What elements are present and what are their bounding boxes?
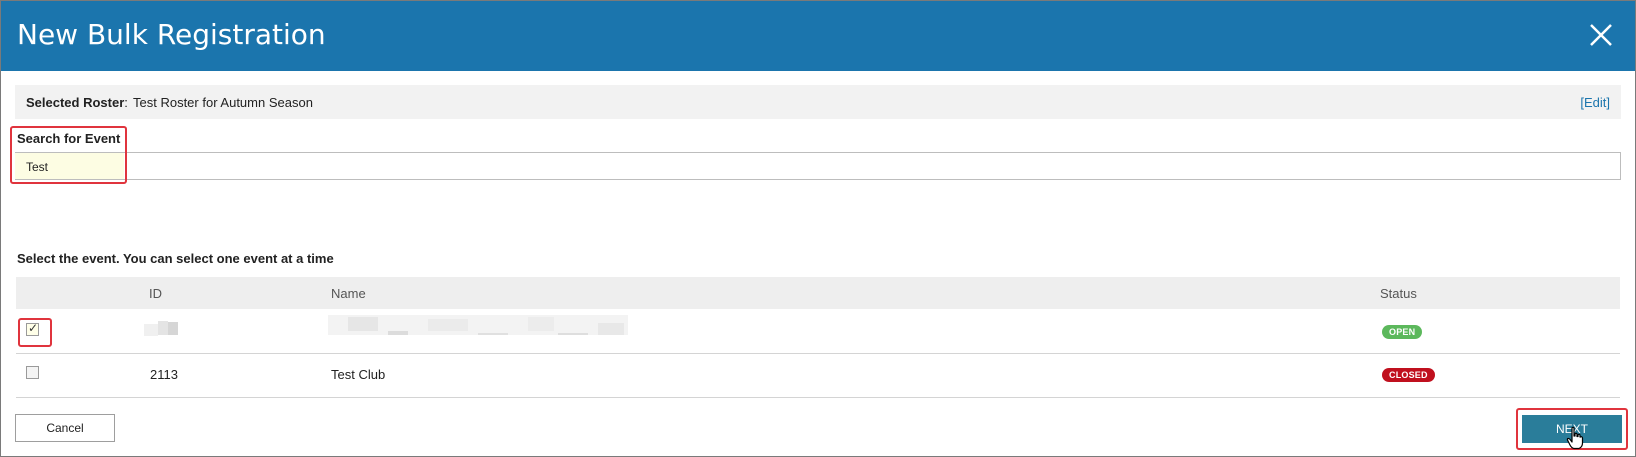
status-badge: OPEN xyxy=(1382,325,1423,339)
redacted-name xyxy=(328,315,628,335)
redacted-id xyxy=(144,321,178,336)
close-button[interactable] xyxy=(1583,17,1619,53)
row-name: Test Club xyxy=(331,367,386,382)
close-icon xyxy=(1590,24,1612,46)
table-row[interactable]: 2113 Test Club CLOSED xyxy=(16,353,1620,398)
table-header: ID Name Status xyxy=(16,277,1620,309)
bulk-registration-dialog: New Bulk Registration Selected Roster: T… xyxy=(0,0,1636,457)
column-header-status: Status xyxy=(1380,286,1417,301)
row-checkbox[interactable] xyxy=(26,366,39,379)
roster-value: Test Roster for Autumn Season xyxy=(133,95,313,110)
search-input[interactable] xyxy=(15,152,1621,180)
instruction-text: Select the event. You can select one eve… xyxy=(17,251,334,266)
selected-roster-bar: Selected Roster: Test Roster for Autumn … xyxy=(15,85,1621,119)
dialog-header: New Bulk Registration xyxy=(1,1,1635,71)
column-header-id: ID xyxy=(149,286,162,301)
column-header-name: Name xyxy=(331,286,366,301)
table-row[interactable]: ✓ OPEN xyxy=(16,309,1620,354)
search-label: Search for Event xyxy=(17,131,121,146)
edit-roster-link[interactable]: [Edit] xyxy=(1580,95,1610,110)
hand-cursor-icon xyxy=(1566,426,1584,450)
status-badge: CLOSED xyxy=(1382,368,1435,382)
row-id: 2113 xyxy=(150,367,178,382)
row-checkbox[interactable]: ✓ xyxy=(26,321,39,336)
roster-label: Selected Roster: xyxy=(26,95,128,110)
checkmark-icon: ✓ xyxy=(28,321,39,335)
dialog-title: New Bulk Registration xyxy=(17,18,326,51)
cancel-button[interactable]: Cancel xyxy=(15,414,115,442)
